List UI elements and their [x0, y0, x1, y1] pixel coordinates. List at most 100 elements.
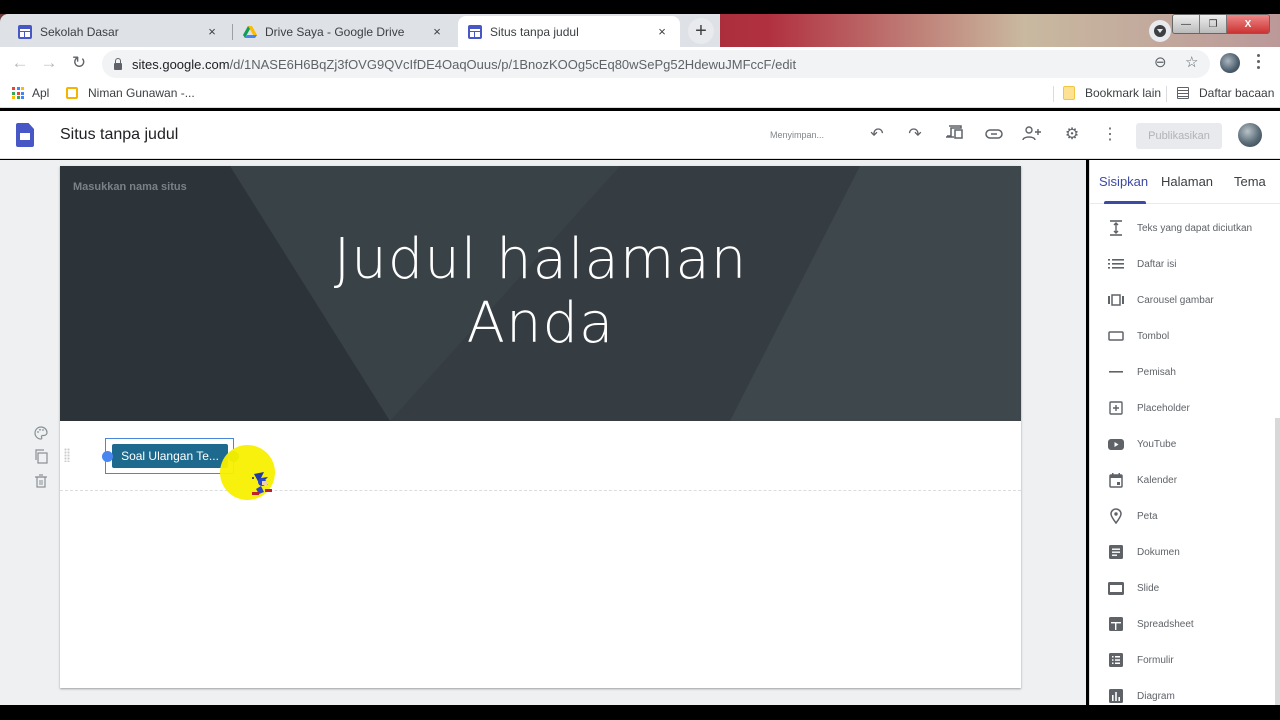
insert-item-docs[interactable]: Dokumen [1090, 534, 1280, 570]
tab-search-button[interactable] [1149, 20, 1171, 42]
duplicate-icon[interactable] [30, 448, 52, 470]
restore-button[interactable]: ❐ [1200, 15, 1227, 33]
browser-menu-icon[interactable] [1257, 54, 1261, 69]
close-tab-icon[interactable]: × [204, 24, 220, 39]
redo-icon[interactable]: ↷ [905, 125, 925, 145]
chart-icon [1107, 687, 1125, 705]
close-window-button[interactable]: X [1227, 15, 1269, 33]
preview-icon[interactable] [945, 125, 965, 145]
insert-item-label: Peta [1137, 510, 1158, 522]
insert-item-collapsible-text[interactable]: Teks yang dapat diciutkan [1090, 210, 1280, 246]
insert-item-divider[interactable]: Pemisah [1090, 354, 1280, 390]
insert-item-label: Slide [1137, 582, 1160, 594]
insert-item-label: Diagram [1137, 690, 1175, 702]
google-sites-icon [18, 24, 32, 39]
site-document-title[interactable]: Situs tanpa judul [60, 126, 178, 144]
reading-list[interactable]: Daftar bacaan [1177, 86, 1274, 100]
apps-grid-icon [12, 87, 24, 99]
palette-icon[interactable] [30, 424, 52, 446]
insert-item-label: Dokumen [1137, 546, 1180, 558]
resize-handle-left[interactable] [102, 451, 113, 462]
insert-item-button[interactable]: Tombol [1090, 318, 1280, 354]
insert-item-table-of-contents[interactable]: Daftar isi [1090, 246, 1280, 282]
slides-icon [1107, 579, 1125, 597]
insert-item-calendar[interactable]: Kalender [1090, 462, 1280, 498]
tab-title: Situs tanpa judul [490, 24, 579, 39]
panel-scrollbar[interactable] [1275, 418, 1280, 706]
image-carousel-icon [1107, 291, 1125, 309]
page-title-line: Judul halaman [333, 227, 748, 292]
publish-button[interactable]: Publikasikan [1136, 123, 1222, 149]
bookmark-label: Apl [32, 86, 50, 100]
insert-item-sheets[interactable]: Spreadsheet [1090, 606, 1280, 642]
zoom-out-icon[interactable]: ⊖ [1154, 53, 1167, 71]
calendar-icon [1107, 471, 1125, 489]
google-sites-logo[interactable] [16, 123, 34, 147]
account-avatar[interactable] [1238, 123, 1262, 147]
url-host: sites.google.com [132, 56, 230, 72]
bookmark-label: Daftar bacaan [1199, 86, 1275, 100]
link-icon[interactable] [984, 125, 1004, 145]
delete-icon[interactable] [30, 472, 52, 494]
profile-avatar[interactable] [1220, 53, 1240, 73]
insert-item-map[interactable]: Peta [1090, 498, 1280, 534]
insert-item-label: Daftar isi [1137, 258, 1177, 270]
page-title[interactable]: Judul halaman Anda [60, 228, 1021, 356]
bookmark-other[interactable]: Bookmark lain [1063, 86, 1161, 100]
bookmark-separator [1053, 86, 1054, 102]
reading-list-icon [1177, 87, 1189, 99]
minimize-button[interactable]: — [1173, 15, 1200, 33]
folder-icon [66, 87, 78, 99]
site-button-element[interactable]: Soal Ulangan Te... [112, 444, 228, 468]
more-options-icon[interactable]: ⋮ [1100, 125, 1120, 145]
divider-icon [1107, 363, 1125, 381]
new-tab-button[interactable]: + [688, 18, 714, 44]
docs-icon [1107, 543, 1125, 561]
share-icon[interactable] [1022, 125, 1042, 145]
insert-item-label: YouTube [1137, 438, 1177, 450]
insert-item-label: Formulir [1137, 654, 1174, 666]
insert-item-label: Teks yang dapat diciutkan [1137, 222, 1253, 234]
insert-items-list: Teks yang dapat diciutkan Daftar isi Car… [1090, 210, 1280, 714]
bookmark-label: Bookmark lain [1085, 86, 1162, 100]
url-path: /d/1NASE6H6BqZj3fOVG9QVcIfDE4OaqOuus/p/1… [229, 56, 797, 72]
panel-tab-insert[interactable]: Sisipkan [1099, 174, 1148, 189]
table-of-contents-icon [1107, 255, 1125, 273]
browser-tab-strip: Sekolah Dasar × Drive Saya - Google Driv… [0, 14, 1280, 47]
browser-tab-situs-tanpa-judul[interactable]: Situs tanpa judul × [458, 16, 680, 47]
bookmark-apps[interactable]: Apl [12, 86, 49, 100]
insert-item-forms[interactable]: Formulir [1090, 642, 1280, 678]
lock-icon [114, 57, 122, 70]
page-header-banner[interactable]: Masukkan nama situs Judul halaman Anda [60, 166, 1021, 421]
insert-item-placeholder[interactable]: Placeholder [1090, 390, 1280, 426]
panel-tab-pages[interactable]: Halaman [1161, 174, 1213, 189]
section-tools [30, 424, 52, 496]
browser-tab-google-drive[interactable]: Drive Saya - Google Drive × [233, 16, 455, 47]
panel-tab-themes[interactable]: Tema [1234, 174, 1266, 189]
drag-handle[interactable] [64, 448, 70, 462]
settings-icon[interactable]: ⚙ [1062, 125, 1082, 145]
insert-item-label: Tombol [1137, 330, 1170, 342]
bookmark-star-icon[interactable]: ☆ [1185, 53, 1198, 71]
section-divider-guide [60, 490, 1021, 491]
insert-panel: Sisipkan Halaman Tema Teks yang dapat di… [1089, 160, 1280, 706]
undo-icon[interactable]: ↶ [867, 125, 887, 145]
back-button[interactable]: ← [10, 53, 30, 73]
save-status: Menyimpan... [770, 130, 825, 140]
reload-button[interactable]: ↻ [69, 53, 89, 73]
sheets-icon [1107, 615, 1125, 633]
browser-tab-sekolah-dasar[interactable]: Sekolah Dasar × [8, 16, 230, 47]
close-tab-icon[interactable]: × [654, 24, 670, 39]
forward-button[interactable]: → [39, 53, 59, 73]
insert-item-youtube[interactable]: YouTube [1090, 426, 1280, 462]
page-title-line: Anda [466, 291, 615, 356]
google-sites-icon [468, 24, 482, 39]
bookmark-niman-gunawan[interactable]: Niman Gunawan -... [66, 86, 195, 100]
tab-title: Drive Saya - Google Drive [265, 24, 405, 39]
address-bar[interactable]: sites.google.com/d/1NASE6H6BqZj3fOVG9QVc… [102, 50, 1210, 78]
site-name-field[interactable]: Masukkan nama situs [73, 181, 187, 193]
insert-item-image-carousel[interactable]: Carousel gambar [1090, 282, 1280, 318]
insert-item-slides[interactable]: Slide [1090, 570, 1280, 606]
close-tab-icon[interactable]: × [429, 24, 445, 39]
active-tab-indicator [1104, 201, 1146, 204]
